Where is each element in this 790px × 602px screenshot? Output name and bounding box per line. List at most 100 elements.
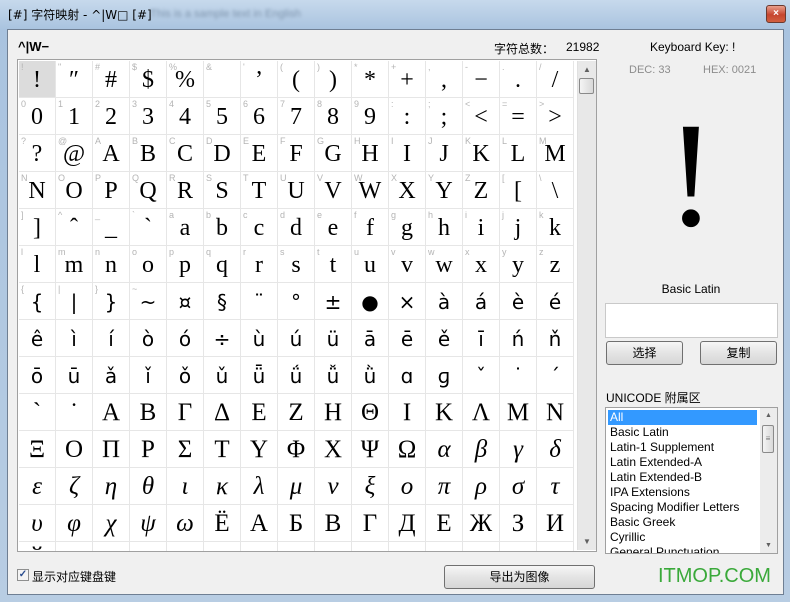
char-cell[interactable]: Κ	[426, 394, 463, 431]
char-cell[interactable]: Ζ	[278, 394, 315, 431]
char-cell[interactable]: TT	[241, 172, 278, 209]
char-cell[interactable]: ü	[315, 320, 352, 357]
char-cell[interactable]: κ	[204, 468, 241, 505]
char-cell[interactable]: ˋ	[19, 394, 56, 431]
char-cell[interactable]: Ц	[500, 542, 537, 551]
char-cell[interactable]: [[	[500, 172, 537, 209]
char-cell[interactable]: ψ	[130, 505, 167, 542]
char-cell[interactable]: 88	[315, 98, 352, 135]
char-cell[interactable]: ×	[389, 283, 426, 320]
char-cell[interactable]: 33	[130, 98, 167, 135]
char-cell[interactable]: zz	[537, 246, 574, 283]
char-cell[interactable]: AA	[93, 135, 130, 172]
unicode-range-list[interactable]: All Basic Latin Latin-1 Supplement Latin Ex…	[605, 407, 778, 554]
char-cell[interactable]: ǔ	[204, 357, 241, 394]
char-cell[interactable]: ll	[19, 246, 56, 283]
char-cell[interactable]: SS	[204, 172, 241, 209]
char-cell[interactable]: pp	[167, 246, 204, 283]
char-cell[interactable]: nn	[93, 246, 130, 283]
char-cell[interactable]: é	[537, 283, 574, 320]
char-cell[interactable]: dd	[278, 209, 315, 246]
char-cell[interactable]: §	[204, 283, 241, 320]
range-list-item[interactable]: IPA Extensions	[608, 485, 757, 500]
char-cell[interactable]: MM	[537, 135, 574, 172]
char-cell[interactable]: ɑ	[389, 357, 426, 394]
char-cell[interactable]: ǎ	[93, 357, 130, 394]
char-cell[interactable]: ¤	[167, 283, 204, 320]
char-cell[interactable]: В	[315, 505, 352, 542]
char-cell[interactable]: Х	[463, 542, 500, 551]
char-cell[interactable]: М	[130, 542, 167, 551]
char-cell[interactable]: ee	[315, 209, 352, 246]
char-cell[interactable]: uu	[352, 246, 389, 283]
char-cell[interactable]: NN	[19, 172, 56, 209]
char-cell[interactable]: ξ	[352, 468, 389, 505]
char-cell[interactable]: yy	[500, 246, 537, 283]
range-scroll-thumb[interactable]: ≡	[762, 425, 774, 453]
char-cell[interactable]: ˊ	[537, 357, 574, 394]
char-cell[interactable]: К	[56, 542, 93, 551]
char-cell[interactable]: Β	[130, 394, 167, 431]
char-cell[interactable]: Π	[93, 431, 130, 468]
char-cell[interactable]: Ж	[463, 505, 500, 542]
char-cell[interactable]: ê	[19, 320, 56, 357]
grid-scroll-thumb[interactable]	[579, 78, 594, 94]
show-keys-label[interactable]: 显示对应键盘键	[32, 568, 116, 585]
char-cell[interactable]: ɡ	[426, 357, 463, 394]
range-list-item[interactable]: Basic Latin	[608, 425, 757, 440]
char-cell[interactable]: - −	[463, 61, 500, 98]
char-cell[interactable]: ǜ	[352, 357, 389, 394]
char-cell[interactable]: ¨	[241, 283, 278, 320]
char-cell[interactable]: χ	[93, 505, 130, 542]
char-cell[interactable]: ι	[167, 468, 204, 505]
char-cell[interactable]: gg	[389, 209, 426, 246]
char-cell[interactable]: α	[426, 431, 463, 468]
char-cell[interactable]: hh	[426, 209, 463, 246]
char-cell[interactable]: RR	[167, 172, 204, 209]
char-cell[interactable]: β	[463, 431, 500, 468]
char-cell[interactable]: Λ	[463, 394, 500, 431]
char-cell[interactable]: Ψ	[352, 431, 389, 468]
char-cell[interactable]: Ε	[241, 394, 278, 431]
char-cell[interactable]: oo	[130, 246, 167, 283]
char-cell[interactable]: μ	[278, 468, 315, 505]
char-cell[interactable]: VV	[315, 172, 352, 209]
char-cell[interactable]: 99	[352, 98, 389, 135]
char-cell[interactable]: π	[426, 468, 463, 505]
char-cell[interactable]: $ $	[130, 61, 167, 98]
range-list-item[interactable]: Latin-1 Supplement	[608, 440, 757, 455]
char-cell[interactable]: LL	[500, 135, 537, 172]
char-cell[interactable]: Б	[278, 505, 315, 542]
char-cell[interactable]: &	[204, 61, 241, 98]
char-cell[interactable]: ō	[19, 357, 56, 394]
char-cell[interactable]: YY	[426, 172, 463, 209]
char-cell[interactable]: ..	[500, 61, 537, 98]
show-keys-checkbox[interactable]: ✓	[17, 569, 29, 581]
char-cell[interactable]: Р	[278, 542, 315, 551]
char-cell[interactable]: ε	[19, 468, 56, 505]
char-cell[interactable]: ν	[315, 468, 352, 505]
select-button[interactable]: 选择	[606, 341, 683, 365]
char-cell[interactable]: Д	[389, 505, 426, 542]
char-cell[interactable]: WW	[352, 172, 389, 209]
char-cell[interactable]: ū	[56, 357, 93, 394]
char-cell[interactable]: ss	[278, 246, 315, 283]
char-cell[interactable]: ii	[463, 209, 500, 246]
char-cell[interactable]: ω	[167, 505, 204, 542]
char-cell[interactable]: ww	[426, 246, 463, 283]
char-cell[interactable]: ǐ	[130, 357, 167, 394]
char-cell[interactable]: ]]	[19, 209, 56, 246]
char-cell[interactable]: kk	[537, 209, 574, 246]
char-cell[interactable]: GG	[315, 135, 352, 172]
char-cell[interactable]: 55	[204, 98, 241, 135]
char-cell[interactable]: aa	[167, 209, 204, 246]
char-cell[interactable]: mm	[56, 246, 93, 283]
char-cell[interactable]: υ	[19, 505, 56, 542]
char-cell[interactable]: С	[315, 542, 352, 551]
char-cell[interactable]: ~ ~	[130, 283, 167, 320]
char-cell[interactable]: З	[500, 505, 537, 542]
char-cell[interactable]: %%	[167, 61, 204, 98]
char-cell[interactable]: à	[426, 283, 463, 320]
char-cell[interactable]: Φ	[278, 431, 315, 468]
char-cell[interactable]: * *	[352, 61, 389, 98]
